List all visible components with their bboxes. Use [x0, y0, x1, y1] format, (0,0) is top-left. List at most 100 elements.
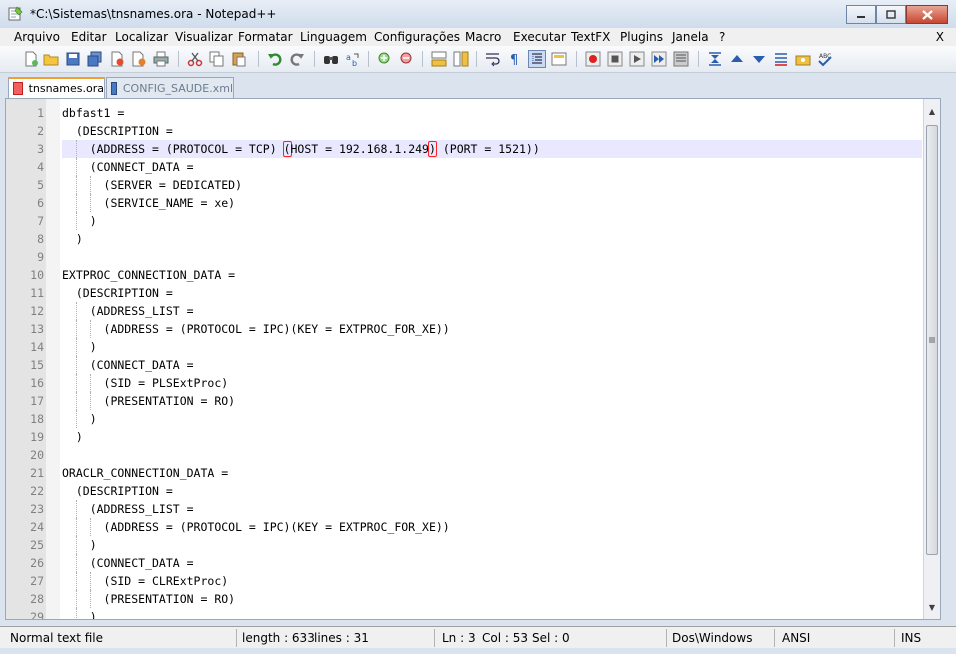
code-line[interactable]: ORACLR_CONNECTION_DATA =	[62, 464, 922, 482]
save-all-icon[interactable]	[86, 50, 104, 68]
document-map-icon[interactable]	[550, 50, 568, 68]
tab-config-saude[interactable]: CONFIG_SAUDE.xml	[106, 77, 234, 98]
menu-macro[interactable]: Macro	[465, 30, 501, 44]
menu-linguagem[interactable]: Linguagem	[300, 30, 367, 44]
menu-plugins[interactable]: Plugins	[620, 30, 663, 44]
indent-guide-icon[interactable]	[528, 50, 546, 68]
code-area[interactable]: dbfast1 = (DESCRIPTION = (ADDRESS = (PRO…	[62, 99, 922, 619]
line-number: 19	[30, 430, 44, 444]
status-file-type: Normal text file	[10, 631, 104, 645]
menu-executar[interactable]: Executar	[513, 30, 566, 44]
replace-icon[interactable]: ab	[344, 50, 362, 68]
tab-tnsnames[interactable]: tnsnames.ora	[8, 77, 105, 98]
code-line[interactable]: EXTPROC_CONNECTION_DATA =	[62, 266, 922, 284]
menu-configuracoes[interactable]: Configurações	[374, 30, 460, 44]
line-number: 16	[30, 376, 44, 390]
title-bar[interactable]: *C:\Sistemas\tnsnames.ora - Notepad++	[0, 0, 956, 29]
code-line[interactable]	[62, 248, 922, 266]
code-line[interactable]: (PRESENTATION = RO)	[62, 392, 922, 410]
current-line[interactable]: (ADDRESS = (PROTOCOL = TCP) (HOST = 192.…	[62, 140, 922, 158]
save-macro-icon[interactable]	[672, 50, 690, 68]
code-line[interactable]: (DESCRIPTION =	[62, 122, 922, 140]
tfx-icon[interactable]	[772, 50, 790, 68]
redo-icon[interactable]	[288, 50, 306, 68]
code-line[interactable]: (ADDRESS = (PROTOCOL = IPC)(KEY = EXTPRO…	[62, 518, 922, 536]
menu-editar[interactable]: Editar	[71, 30, 107, 44]
indent-guide	[76, 140, 77, 158]
code-line[interactable]: (CONNECT_DATA =	[62, 554, 922, 572]
code-line[interactable]: dbfast1 =	[62, 104, 922, 122]
code-line[interactable]: (SID = PLSExtProc)	[62, 374, 922, 392]
word-wrap-icon[interactable]	[484, 50, 502, 68]
code-line[interactable]: )	[62, 608, 922, 619]
code-line[interactable]: )	[62, 212, 922, 230]
menu-localizar[interactable]: Localizar	[115, 30, 168, 44]
scrollbar-thumb[interactable]	[926, 125, 938, 555]
menu-arquivo[interactable]: Arquivo	[14, 30, 60, 44]
line-number: 5	[37, 178, 44, 192]
code-line[interactable]	[62, 446, 922, 464]
spell-icon[interactable]	[794, 50, 812, 68]
zoom-in-icon[interactable]	[376, 50, 394, 68]
code-line[interactable]: (SID = CLRExtProc)	[62, 572, 922, 590]
code-line[interactable]: )	[62, 410, 922, 428]
code-line[interactable]: )	[62, 230, 922, 248]
line-number: 24	[30, 520, 44, 534]
close-document-button[interactable]: X	[936, 30, 944, 44]
code-line[interactable]: (SERVICE_NAME = xe)	[62, 194, 922, 212]
maximize-button[interactable]	[876, 5, 906, 24]
code-line[interactable]: (SERVER = DEDICATED)	[62, 176, 922, 194]
text-editor[interactable]: dbfast1 = (DESCRIPTION = (ADDRESS = (PRO…	[5, 98, 941, 620]
paste-icon[interactable]	[230, 50, 248, 68]
undo-icon[interactable]	[266, 50, 284, 68]
menu-textfx[interactable]: TextFX	[571, 30, 610, 44]
code-line[interactable]: )	[62, 536, 922, 554]
code-line[interactable]: (ADDRESS = (PROTOCOL = IPC)(KEY = EXTPRO…	[62, 320, 922, 338]
code-line[interactable]: (DESCRIPTION =	[62, 284, 922, 302]
print-icon[interactable]	[152, 50, 170, 68]
indent-guide	[76, 158, 77, 176]
line-number: 18	[30, 412, 44, 426]
save-icon[interactable]	[64, 50, 82, 68]
menu-visualizar[interactable]: Visualizar	[175, 30, 233, 44]
scroll-down-icon[interactable]: ▼	[924, 599, 940, 615]
sync-vertical-icon[interactable]	[430, 50, 448, 68]
code-line[interactable]: (CONNECT_DATA =	[62, 356, 922, 374]
zoom-out-icon[interactable]	[398, 50, 416, 68]
down-icon[interactable]	[750, 50, 768, 68]
collapse-icon[interactable]	[706, 50, 724, 68]
code-line[interactable]: (ADDRESS_LIST =	[62, 302, 922, 320]
cut-icon[interactable]	[186, 50, 204, 68]
menu-formatar[interactable]: Formatar	[238, 30, 293, 44]
sync-horizontal-icon[interactable]	[452, 50, 470, 68]
close-file-icon[interactable]	[108, 50, 126, 68]
show-all-chars-icon[interactable]: ¶	[506, 50, 524, 68]
indent-guide	[90, 374, 91, 392]
code-line[interactable]: (ADDRESS_LIST =	[62, 500, 922, 518]
vertical-scrollbar[interactable]: ▲ ▼	[923, 99, 940, 619]
code-line[interactable]: (DESCRIPTION =	[62, 482, 922, 500]
copy-icon[interactable]	[208, 50, 226, 68]
find-icon[interactable]	[322, 50, 340, 68]
up-icon[interactable]	[728, 50, 746, 68]
new-file-icon[interactable]	[22, 50, 40, 68]
grip-icon	[929, 337, 935, 343]
close-window-button[interactable]	[906, 5, 948, 24]
play-multiple-icon[interactable]	[650, 50, 668, 68]
code-line[interactable]: (CONNECT_DATA =	[62, 158, 922, 176]
record-macro-icon[interactable]	[584, 50, 602, 68]
fold-margin[interactable]	[46, 99, 60, 619]
menu-janela[interactable]: Janela	[672, 30, 709, 44]
menu-help[interactable]: ?	[719, 30, 725, 44]
close-all-icon[interactable]	[130, 50, 148, 68]
open-file-icon[interactable]	[42, 50, 60, 68]
code-line[interactable]: )	[62, 338, 922, 356]
stop-record-icon[interactable]	[606, 50, 624, 68]
scroll-up-icon[interactable]: ▲	[924, 103, 940, 119]
code-line[interactable]: (PRESENTATION = RO)	[62, 590, 922, 608]
play-macro-icon[interactable]	[628, 50, 646, 68]
minimize-button[interactable]	[846, 5, 876, 24]
abc-check-icon[interactable]: ABC	[816, 50, 834, 68]
indent-guide	[76, 212, 77, 230]
code-line[interactable]: )	[62, 428, 922, 446]
